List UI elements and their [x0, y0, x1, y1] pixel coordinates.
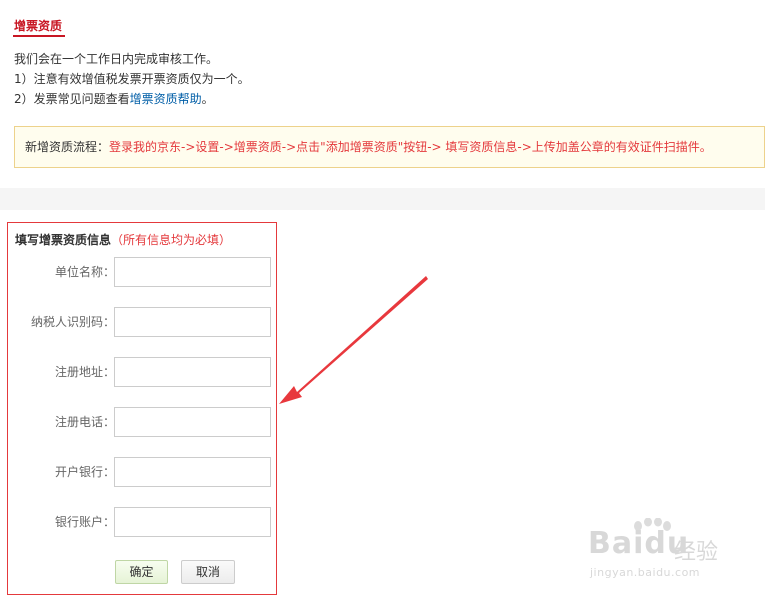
info-review-time: 我们会在一个工作日内完成审核工作。 — [14, 52, 219, 66]
form-heading-title: 填写增票资质信息 — [15, 233, 112, 247]
section-divider — [0, 188, 765, 210]
title-underline — [13, 35, 65, 37]
cancel-button[interactable]: 取消 — [181, 560, 235, 584]
help-link[interactable]: 增票资质帮助 — [130, 92, 202, 106]
form-required-note: （所有信息均为必填） — [111, 233, 232, 247]
process-steps: 登录我的京东->设置->增票资质->点击"添加增票资质"按钮-> 填写资质信息-… — [109, 140, 712, 154]
registered-phone-input[interactable] — [114, 407, 271, 437]
info-help-prefix: 2）发票常见问题查看 — [14, 92, 130, 106]
qualification-form: 填写增票资质信息（所有信息均为必填） 单位名称： 纳税人识别码： 注册地址： 注… — [7, 222, 277, 595]
bank-account-label: 银行账户： — [54, 515, 115, 529]
company-name-input[interactable] — [114, 257, 271, 287]
process-label: 新增资质流程： — [25, 140, 110, 154]
taxpayer-id-label: 纳税人识别码： — [30, 315, 115, 329]
paw-logo-icon — [634, 518, 671, 531]
watermark-cn: 经验 — [674, 540, 719, 565]
bank-account-input[interactable] — [114, 507, 271, 537]
registered-address-input[interactable] — [114, 357, 271, 387]
watermark-url: jingyan.baidu.com — [590, 566, 701, 579]
invoice-qualification-page: 增票资质 我们会在一个工作日内完成审核工作。 1）注意有效增值税发票开票资质仅为… — [0, 0, 765, 603]
form-heading: 填写增票资质信息（所有信息均为必填） — [15, 231, 231, 248]
taxpayer-id-input[interactable] — [114, 307, 271, 337]
page-title: 增票资质 — [14, 19, 63, 33]
info-help-line: 2）发票常见问题查看增票资质帮助。 — [14, 90, 214, 107]
registered-phone-label: 注册电话： — [54, 415, 115, 429]
baidu-jingyan-watermark: Baidu 经验 jingyan.baidu.com — [588, 518, 748, 588]
registered-address-label: 注册地址： — [54, 365, 115, 379]
process-notice: 新增资质流程：登录我的京东->设置->增票资质->点击"添加增票资质"按钮-> … — [14, 126, 765, 168]
info-note-single: 1）注意有效增值税发票开票资质仅为一个。 — [14, 72, 250, 86]
company-name-label: 单位名称： — [54, 265, 115, 279]
bank-name-input[interactable] — [114, 457, 271, 487]
info-help-suffix: 。 — [201, 92, 214, 106]
confirm-button[interactable]: 确定 — [115, 560, 168, 584]
bank-name-label: 开户银行： — [54, 465, 115, 479]
watermark-brand: Baidu — [588, 526, 690, 561]
